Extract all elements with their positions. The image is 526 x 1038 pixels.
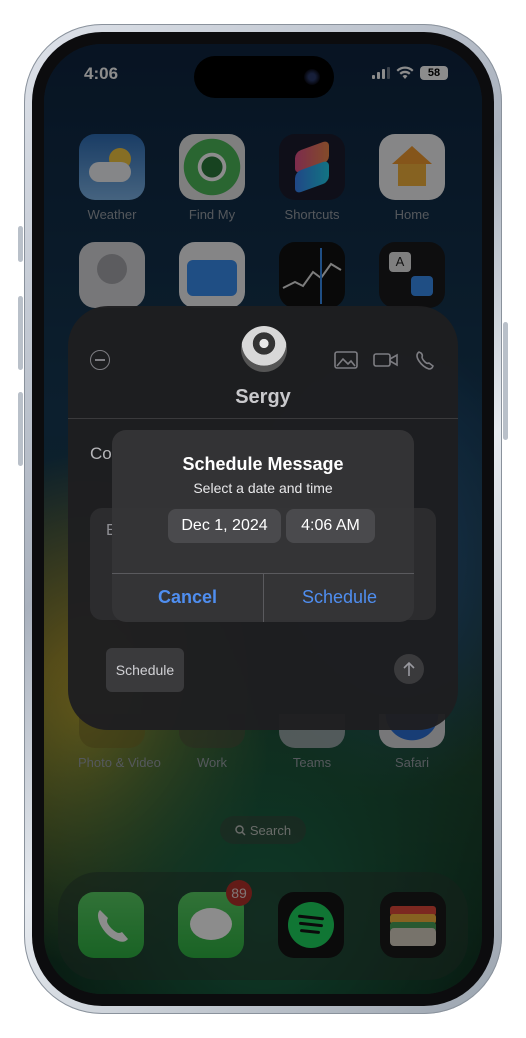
volume-up-button [18,296,23,370]
minus-circle-icon[interactable] [90,350,110,370]
schedule-message-dialog: Schedule Message Select a date and time … [112,430,414,622]
avatar [241,326,287,372]
send-button[interactable] [394,654,424,684]
contact-name: Sergy [235,386,291,408]
divider [68,418,458,419]
dialog-subtitle: Select a date and time [193,480,333,496]
phone-icon[interactable] [414,350,436,370]
phone-screen: 4:06 58 Weather Find My Shortcuts Home A… [44,44,482,994]
cancel-button[interactable]: Cancel [112,573,263,622]
time-picker[interactable]: 4:06 AM [286,509,375,543]
schedule-chip[interactable]: Schedule [106,648,184,692]
photo-icon[interactable] [334,350,358,370]
volume-down-button [18,392,23,466]
power-button [503,322,508,440]
video-icon[interactable] [373,350,399,370]
arrow-up-icon [403,661,415,676]
date-picker[interactable]: Dec 1, 2024 [168,509,281,543]
schedule-button[interactable]: Schedule [264,573,415,622]
card-partial-text: Co [90,444,112,463]
dialog-title: Schedule Message [182,454,344,474]
action-button [18,226,23,262]
